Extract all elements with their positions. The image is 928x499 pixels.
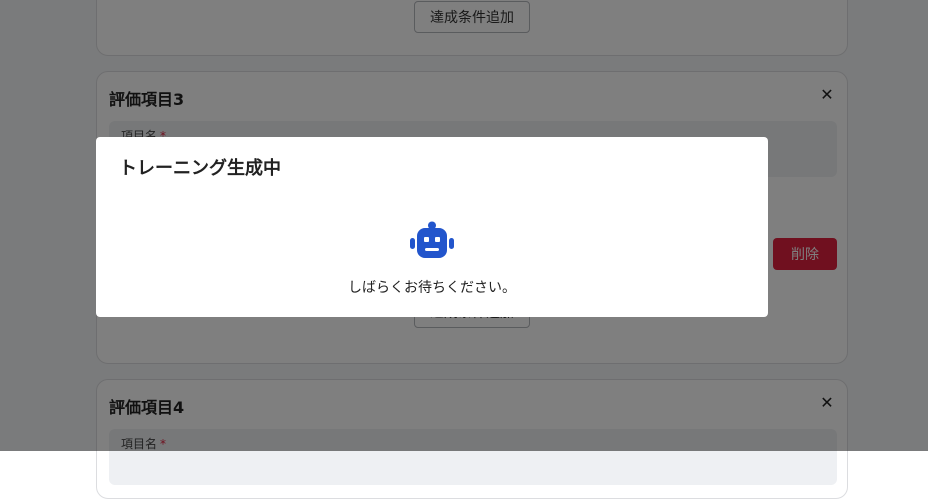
generating-dialog: トレーニング生成中 しばらくお待ちください。 xyxy=(96,137,768,317)
dialog-message: しばらくお待ちください。 xyxy=(348,280,516,296)
dialog-title: トレーニング生成中 xyxy=(119,158,281,179)
robot-icon xyxy=(410,221,454,258)
